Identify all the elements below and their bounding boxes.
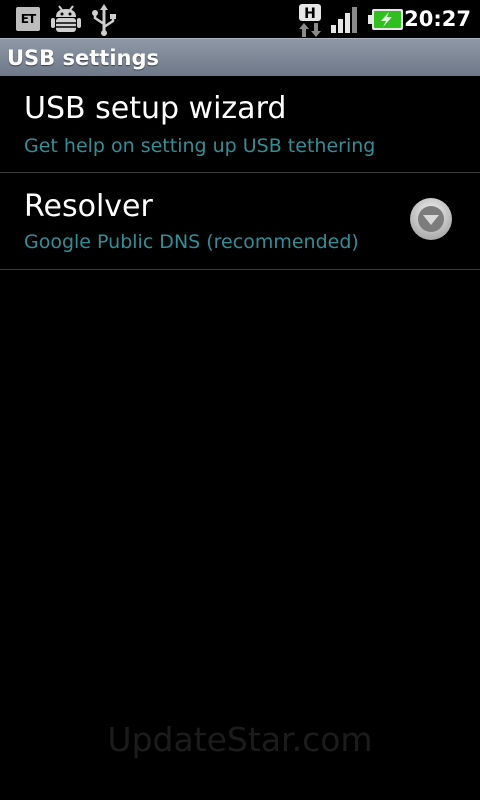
setting-usb-setup-wizard[interactable]: USB setup wizard Get help on setting up …	[0, 76, 480, 172]
page-title: USB settings	[7, 46, 159, 70]
hspa-data-icon: H	[299, 4, 321, 37]
setting-resolver[interactable]: Resolver Google Public DNS (recommended)	[0, 173, 480, 269]
setting-title: Resolver	[24, 189, 153, 224]
setting-summary: Get help on setting up USB tethering	[24, 135, 376, 157]
setting-title: USB setup wizard	[24, 91, 287, 126]
battery-charging-icon	[368, 9, 403, 30]
screen: ET H 20:27 USB settings USB setup wizard…	[0, 0, 480, 800]
dropdown-arrow-icon[interactable]	[409, 197, 453, 241]
setting-summary: Google Public DNS (recommended)	[24, 231, 359, 253]
et-notification-icon: ET	[16, 7, 40, 31]
usb-icon	[92, 4, 116, 36]
list-divider	[0, 269, 480, 270]
signal-strength-icon	[331, 7, 357, 33]
network-type-label: H	[304, 6, 316, 22]
title-bar: USB settings	[0, 38, 480, 76]
watermark: UpdateStar.com	[107, 720, 373, 759]
status-clock: 20:27	[404, 7, 471, 31]
status-bar: ET H 20:27	[0, 0, 480, 38]
android-debug-icon	[51, 5, 81, 32]
